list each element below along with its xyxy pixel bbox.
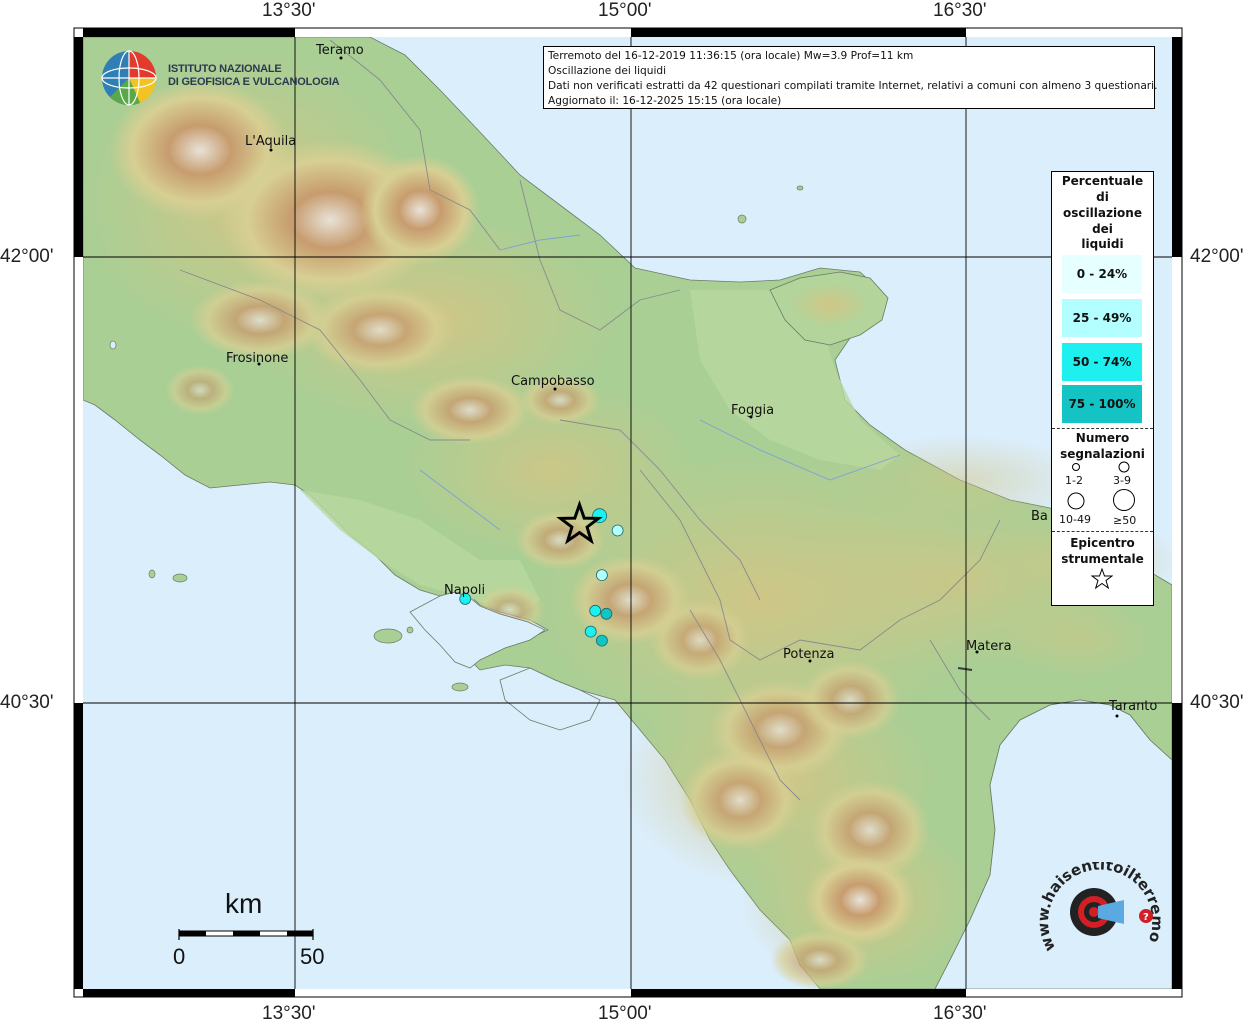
epicenter-title-line1: Epicentro — [1070, 536, 1135, 550]
legend-class-75-100: 75 - 100% — [1062, 385, 1142, 423]
count-size-symbols — [1067, 461, 1135, 511]
legend-title-line5: liquidi — [1081, 237, 1124, 251]
legend-title-line1: Percentuale — [1061, 174, 1144, 188]
scale-start-label: 0 — [173, 944, 186, 969]
count-label-3-9: 3-9 — [1113, 474, 1131, 487]
left-lat-label-1: 42°00' — [0, 246, 54, 267]
city-bari: Ba — [1031, 509, 1048, 524]
epicenter-legend-star-icon — [1091, 568, 1113, 590]
lake — [109, 340, 117, 350]
bottom-lon-label-3: 16°30' — [933, 1003, 987, 1024]
count-title-line1: Numero — [1075, 431, 1130, 445]
bottom-lon-label-2: 15°00' — [598, 1003, 652, 1024]
legend-title-line2: di — [1096, 190, 1109, 204]
update-timestamp: Aggiornato il: 16-12-2025 15:15 (ora loc… — [548, 95, 782, 107]
observation-point[interactable] — [611, 524, 624, 537]
city-potenza: Potenza — [783, 647, 835, 662]
event-title: Terremoto del 16-12-2019 11:36:15 (ora l… — [548, 50, 914, 62]
city-frosinone: Frosinone — [226, 351, 289, 366]
observation-point[interactable] — [589, 604, 602, 617]
epicenter-title-line2: strumentale — [1061, 552, 1144, 566]
city-teramo: Teramo — [316, 43, 364, 58]
ingv-name: ISTITUTO NAZIONALE DI GEOFISICA E VULCAN… — [168, 63, 340, 89]
left-lat-label-2: 40°30' — [0, 692, 54, 713]
observation-point[interactable] — [596, 634, 608, 647]
observation-point[interactable] — [596, 569, 608, 581]
city-taranto: Taranto — [1109, 699, 1158, 714]
observation-point[interactable] — [584, 625, 597, 638]
legend-title-line4: dei — [1092, 222, 1113, 236]
city-campobasso: Campobasso — [511, 374, 595, 389]
city-foggia: Foggia — [731, 403, 775, 418]
data-disclaimer: Dati non verificati estratti da 42 quest… — [548, 80, 1158, 92]
right-lat-label-1: 42°00' — [1190, 246, 1244, 267]
city-laquila: L'Aquila — [245, 134, 297, 149]
haisentito-logo: www.haisentitoilterremoto.it ? — [1038, 862, 1163, 954]
legend-class-25-49: 25 - 49% — [1062, 299, 1142, 337]
right-lat-label-2: 40°30' — [1190, 692, 1244, 713]
legend-separator — [1052, 428, 1153, 429]
ingv-name-line2: DI GEOFISICA E VULCANOLOGIA — [168, 76, 340, 88]
top-lon-label-1: 13°30' — [262, 0, 316, 21]
city-napoli: Napoli — [444, 583, 486, 598]
observation-point[interactable] — [600, 607, 613, 620]
event-info-box: Terremoto del 16-12-2019 11:36:15 (ora l… — [543, 46, 1158, 109]
bottom-lon-label-1: 13°30' — [262, 1003, 316, 1024]
ingv-name-line1: ISTITUTO NAZIONALE — [168, 63, 282, 75]
scale-unit: km — [225, 888, 263, 919]
count-label-50-plus: ≥50 — [1113, 514, 1137, 527]
legend-class-50-74: 50 - 74% — [1062, 343, 1142, 381]
legend-title-line3: oscillazione — [1063, 206, 1142, 220]
legend-panel: Percentuale di oscillazione dei liquidi … — [1051, 171, 1154, 606]
legend-class-0-24: 0 - 24% — [1062, 255, 1142, 293]
count-label-10-49: 10-49 — [1059, 513, 1091, 526]
legend-separator-2 — [1052, 531, 1153, 532]
scale-end-label: 50 — [300, 944, 325, 969]
city-matera: Matera — [966, 639, 1012, 654]
ingv-globe-logo — [101, 50, 157, 106]
map-subject: Oscillazione dei liquidi — [548, 65, 667, 77]
top-lon-label-3: 16°30' — [933, 0, 987, 21]
count-label-1-2: 1-2 — [1065, 474, 1083, 487]
top-lon-label-2: 15°00' — [598, 0, 652, 21]
question-mark-icon: ? — [1143, 912, 1149, 923]
